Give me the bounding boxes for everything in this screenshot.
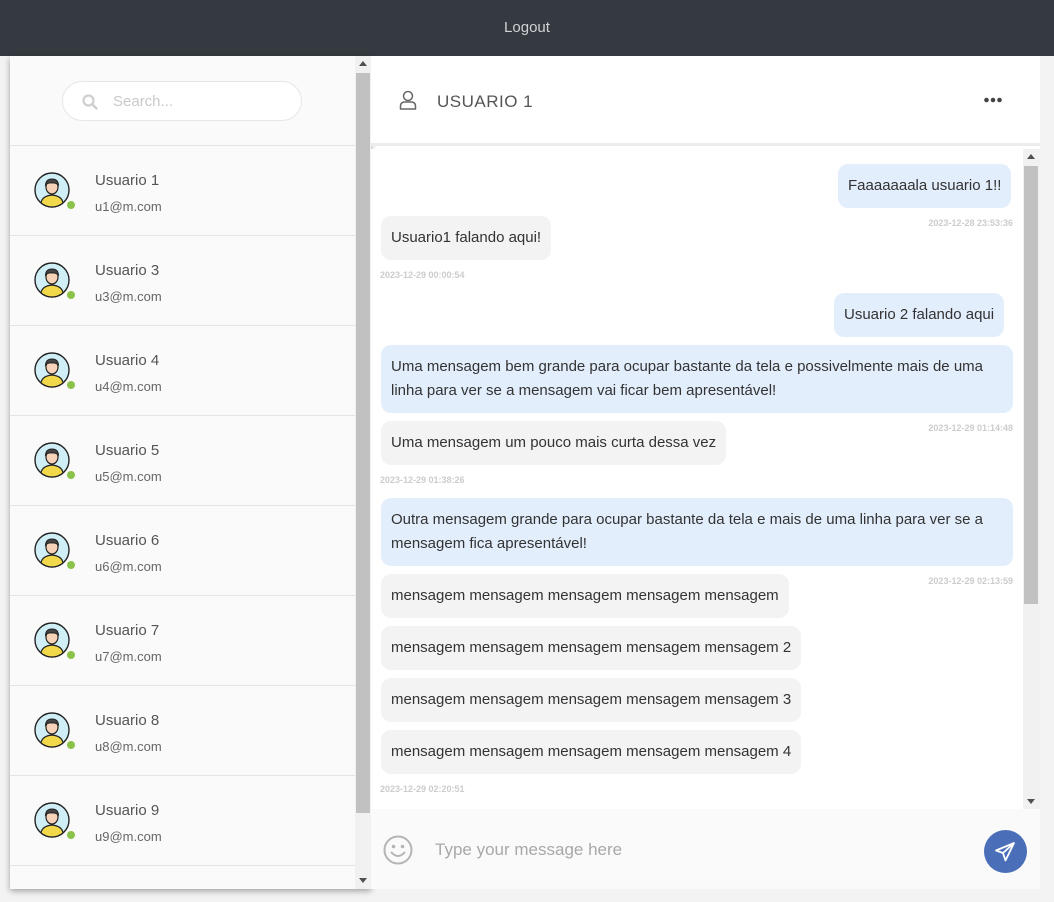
logout-link[interactable]: Logout — [0, 19, 1054, 36]
user-avatar-icon — [34, 262, 70, 298]
contact-item[interactable]: Usuario 1 u1@m.com — [10, 146, 355, 236]
scroll-up-arrow-icon[interactable] — [1027, 154, 1035, 159]
contact-name: Usuario 6 — [95, 532, 160, 549]
user-avatar-icon — [34, 712, 70, 748]
contact-email: u7@m.com — [95, 649, 162, 664]
online-status-dot — [67, 561, 75, 569]
scroll-up-arrow-icon[interactable] — [359, 61, 367, 66]
online-status-dot — [67, 381, 75, 389]
contact-email: u3@m.com — [95, 289, 162, 304]
contact-item[interactable]: Usuario 5 u5@m.com — [10, 416, 355, 506]
contact-name: Usuario 4 — [95, 352, 160, 369]
contact-name: Usuario 1 — [95, 172, 160, 189]
user-avatar-icon — [34, 622, 70, 658]
message-timestamp: 2023-12-29 01:38:26 — [380, 475, 465, 485]
message-bubble-incoming: Usuario1 falando aqui! — [381, 216, 552, 260]
contact-item[interactable]: Usuario 7 u7@m.com — [10, 596, 355, 686]
scroll-down-arrow-icon[interactable] — [1027, 799, 1035, 804]
scrollbar-thumb[interactable] — [1024, 166, 1038, 604]
message-timestamp: 2023-12-28 23:53:36 — [928, 218, 1013, 228]
contact-name: Usuario 8 — [95, 712, 160, 729]
contact-item[interactable]: Usuario 8 u8@m.com — [10, 686, 355, 776]
message-bubble-incoming: mensagem mensagem mensagem mensagem mens… — [381, 730, 802, 774]
search-box[interactable] — [62, 81, 302, 121]
page-background — [0, 56, 10, 902]
message-bubble-incoming: mensagem mensagem mensagem mensagem mens… — [381, 574, 789, 618]
contact-email: u5@m.com — [95, 469, 162, 484]
online-status-dot — [67, 291, 75, 299]
scrollbar-thumb[interactable] — [356, 73, 370, 813]
smiley-icon[interactable] — [383, 835, 413, 865]
chat-header: USUARIO 1 — [371, 56, 1040, 146]
search-icon — [82, 94, 98, 110]
message-timestamp: 2023-12-29 01:14:48 — [928, 423, 1013, 433]
contact-email: u6@m.com — [95, 559, 162, 574]
message-timestamp: 2023-12-29 02:13:59 — [928, 576, 1013, 586]
message-bubble-outgoing: Uma mensagem bem grande para ocupar bast… — [381, 345, 1013, 413]
message-composer — [371, 809, 1040, 889]
sidebar-scrollbar[interactable] — [355, 56, 371, 889]
message-bubble-outgoing: Faaaaaaala usuario 1!! — [838, 164, 1012, 208]
user-avatar-icon — [34, 802, 70, 838]
contact-item[interactable]: Usuario 3 u3@m.com — [10, 236, 355, 326]
message-timestamp: 2023-12-29 00:00:54 — [380, 270, 465, 280]
top-navbar: Logout — [0, 0, 1054, 56]
contact-name: Usuario 9 — [95, 802, 160, 819]
message-input[interactable] — [435, 837, 955, 863]
contact-email: u4@m.com — [95, 379, 162, 394]
contact-name: Usuario 3 — [95, 262, 160, 279]
message-timestamp: 2023-12-29 02:20:51 — [380, 784, 465, 794]
contact-item[interactable]: Usuario 6 u6@m.com — [10, 506, 355, 596]
contact-item[interactable]: Usuario 9 u9@m.com — [10, 776, 355, 866]
user-outline-icon — [399, 90, 417, 110]
online-status-dot — [67, 471, 75, 479]
contact-item[interactable]: Usuario 4 u4@m.com — [10, 326, 355, 416]
message-bubble-incoming: Uma mensagem um pouco mais curta dessa v… — [381, 421, 727, 465]
user-avatar-icon — [34, 172, 70, 208]
contacts-sidebar: Usuario 1 u1@m.com Usuario 3 u3@m.com Us… — [10, 56, 371, 889]
chat-title: USUARIO 1 — [437, 92, 534, 111]
message-bubble-outgoing: Usuario 2 falando aqui — [834, 293, 1005, 337]
paper-plane-icon — [995, 842, 1015, 862]
contact-name: Usuario 7 — [95, 622, 160, 639]
messages-scrollbar[interactable] — [1023, 149, 1040, 809]
user-avatar-icon — [34, 442, 70, 478]
send-button[interactable] — [984, 830, 1027, 873]
page-background — [0, 889, 1054, 902]
search-input[interactable] — [113, 91, 283, 111]
online-status-dot — [67, 831, 75, 839]
online-status-dot — [67, 201, 75, 209]
contact-email: u1@m.com — [95, 199, 162, 214]
ellipsis-icon[interactable] — [983, 96, 1003, 104]
user-avatar-icon — [34, 352, 70, 388]
message-bubble-incoming: mensagem mensagem mensagem mensagem mens… — [381, 678, 802, 722]
online-status-dot — [67, 651, 75, 659]
scroll-down-arrow-icon[interactable] — [359, 878, 367, 883]
online-status-dot — [67, 741, 75, 749]
contact-email: u9@m.com — [95, 829, 162, 844]
search-area — [10, 56, 355, 146]
message-bubble-outgoing: Outra mensagem grande para ocupar bastan… — [381, 498, 1013, 566]
user-avatar-icon — [34, 532, 70, 568]
page-background — [1040, 56, 1054, 902]
message-list: Faaaaaaala usuario 1!! 2023-12-28 23:53:… — [371, 149, 1040, 809]
message-bubble-incoming: mensagem mensagem mensagem mensagem mens… — [381, 626, 802, 670]
contact-email: u8@m.com — [95, 739, 162, 754]
contact-name: Usuario 5 — [95, 442, 160, 459]
